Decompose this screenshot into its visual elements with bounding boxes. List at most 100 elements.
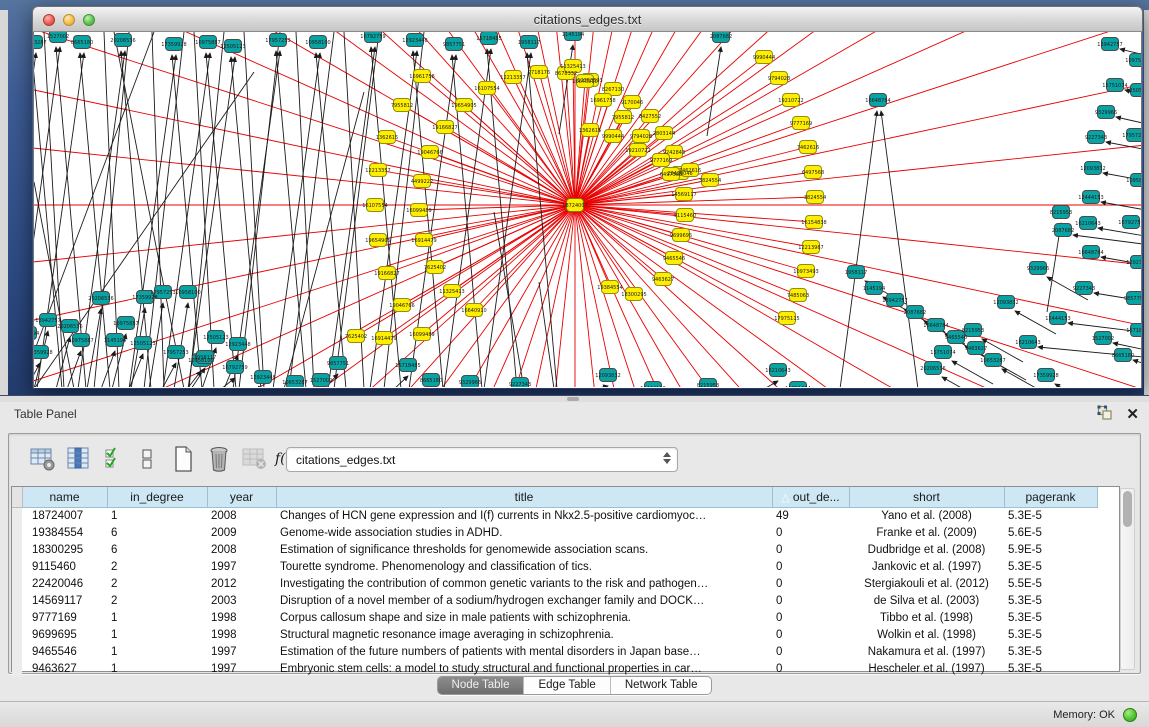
column-visibility-checklist-icon[interactable]: [101, 445, 129, 473]
graph-node-label: 1527002: [1092, 336, 1114, 342]
graph-node-label: 9465546: [945, 335, 967, 341]
graph-node-label: 7625402: [345, 334, 367, 340]
graph-node-label: 12093832: [993, 300, 1018, 306]
table-vertical-scrollbar[interactable]: [1120, 488, 1135, 670]
graph-node-label: 6497568: [802, 170, 824, 176]
graph-node-label: 20206536: [57, 324, 82, 330]
cell-pagerank: 5.3E-5: [1004, 626, 1097, 643]
table-panel-body: f(x) citations_edges.txt namein_degreeye…: [8, 433, 1141, 674]
graph-node-label: 15718485: [1126, 328, 1141, 334]
row-gutter: [12, 524, 22, 541]
graph-node-label: 9170046: [621, 100, 643, 106]
table-row[interactable]: 1938455462009Genome-wide association stu…: [12, 524, 1097, 541]
graph-node-label: 16640910: [572, 79, 597, 85]
network-window-titlebar[interactable]: citations_edges.txt: [32, 6, 1143, 32]
scrollbar-thumb[interactable]: [1123, 491, 1132, 527]
table-row[interactable]: 911546021997Tourette syndrome. Phenomeno…: [12, 558, 1097, 575]
splitter-grip-icon[interactable]: [567, 397, 579, 401]
table-row[interactable]: 1456911722003Disruption of a novel membe…: [12, 592, 1097, 609]
column-header-pagerank[interactable]: pagerank: [1004, 487, 1097, 507]
table-row[interactable]: 946362711997Embryonic stem cells: a mode…: [12, 660, 1097, 677]
graph-node-label: 9227343: [509, 382, 531, 387]
cell-year: 2008: [207, 541, 276, 558]
graph-node-label: 16210643: [1075, 221, 1100, 227]
graph-node-label: 16961758: [590, 98, 615, 104]
row-gutter: [12, 507, 22, 524]
graph-node-label: 12923448: [1126, 260, 1141, 266]
graph-node-label: 1527002: [47, 34, 69, 40]
graph-node-label: 9777169: [650, 158, 672, 164]
graph-node-label: 2718176: [528, 70, 550, 76]
graph-node-label: 16210643: [1015, 340, 1040, 346]
graph-node-label: 7462616: [679, 168, 701, 174]
row-gutter: [12, 626, 22, 643]
graph-node-label: 19384554: [597, 285, 622, 291]
tab-node-table[interactable]: Node Table: [438, 677, 524, 694]
new-document-icon[interactable]: [169, 445, 197, 473]
graph-node-label: 16107554: [474, 86, 499, 92]
graph-node-label: 19166827: [374, 271, 399, 277]
table-row[interactable]: 969969511998Structural magnetic resonanc…: [12, 626, 1097, 643]
graph-node-label: 9990444: [753, 55, 775, 61]
column-header-name[interactable]: name: [22, 487, 107, 507]
cell-short: Wolkin et al. (1998): [849, 626, 1004, 643]
table-row[interactable]: 946554611997Estimation of the future num…: [12, 643, 1097, 660]
cell-title: Estimation of significance thresholds fo…: [276, 541, 772, 558]
table-settings-icon[interactable]: [29, 445, 57, 473]
graph-node-label: 19046766: [389, 303, 414, 309]
column-header-out_degree[interactable]: △out_de...: [772, 487, 849, 507]
column-header-title[interactable]: title: [276, 487, 772, 507]
cell-out_degree: 0: [772, 626, 849, 643]
network-window-title: citations_edges.txt: [33, 12, 1142, 27]
graph-node-label: 17975115: [774, 316, 799, 322]
graph-node-label: 9699695: [670, 233, 692, 239]
row-gutter: [12, 575, 22, 592]
graph-node-label: 9329966: [1027, 266, 1049, 272]
table-panel: Table Panel ✕: [0, 395, 1149, 727]
network-view[interactable]: 1065328715270028665180202065361735992810…: [33, 32, 1142, 388]
graph-node-label: 16648784: [1078, 250, 1103, 256]
cell-year: 2009: [207, 524, 276, 541]
cell-title: Investigating the contribution of common…: [276, 575, 772, 592]
column-header-short[interactable]: short: [849, 487, 1004, 507]
cell-pagerank: 5.5E-5: [1004, 575, 1097, 592]
graph-node-label: 9857751: [443, 42, 465, 48]
cell-title: Changes of HCN gene expression and I(f) …: [276, 507, 772, 524]
close-panel-icon[interactable]: ✕: [1126, 407, 1139, 423]
show-column-icon[interactable]: [65, 445, 93, 473]
float-panel-icon[interactable]: [1097, 405, 1112, 425]
graph-node-label: 14569117: [671, 192, 696, 198]
graph-node-label: 12505123: [1126, 88, 1141, 94]
cell-title: Disruption of a novel member of a sodium…: [276, 592, 772, 609]
cell-short: Tibbo et al. (1998): [849, 609, 1004, 626]
delete-icon[interactable]: [205, 445, 233, 473]
tab-network-table[interactable]: Network Table: [610, 677, 712, 694]
graph-node-label: 15718485: [395, 363, 420, 369]
table-select-dropdown[interactable]: citations_edges.txt: [286, 447, 678, 472]
cell-year: 2008: [207, 507, 276, 524]
table-row[interactable]: 1872400712008Changes of HCN gene express…: [12, 507, 1097, 524]
graph-node-label: 9465546: [663, 256, 685, 262]
tab-edge-table[interactable]: Edge Table: [523, 677, 609, 694]
column-header-year[interactable]: year: [207, 487, 276, 507]
cell-in_degree: 1: [107, 626, 207, 643]
row-height-icon[interactable]: [133, 445, 161, 473]
table-row[interactable]: 2242004622012Investigating the contribut…: [12, 575, 1097, 592]
graph-node-label: 15751074: [1102, 83, 1127, 89]
graph-node-label: 19210722: [625, 148, 650, 154]
cell-year: 1997: [207, 643, 276, 660]
graph-node-label: 2087682: [1052, 228, 1074, 234]
graph-node-label: 16961758: [409, 74, 434, 80]
table-row[interactable]: 1830029562008Estimation of significance …: [12, 541, 1097, 558]
graph-node-label: 9794028: [630, 134, 652, 140]
graph-node-label: 18724007: [562, 203, 587, 209]
graph-node-label: 16210643: [765, 368, 790, 374]
graph-node-label: 12505123: [203, 335, 228, 341]
graph-node-label: 8665180: [420, 378, 442, 384]
table-row[interactable]: 977716911998Corpus callosum shape and si…: [12, 609, 1097, 626]
column-header-in_degree[interactable]: in_degree: [107, 487, 207, 507]
graph-node-label: 16107554: [362, 203, 387, 209]
cell-in_degree: 1: [107, 643, 207, 660]
graph-node-label: 12505123: [130, 341, 155, 347]
graph-node-label: 10975887: [68, 338, 93, 344]
